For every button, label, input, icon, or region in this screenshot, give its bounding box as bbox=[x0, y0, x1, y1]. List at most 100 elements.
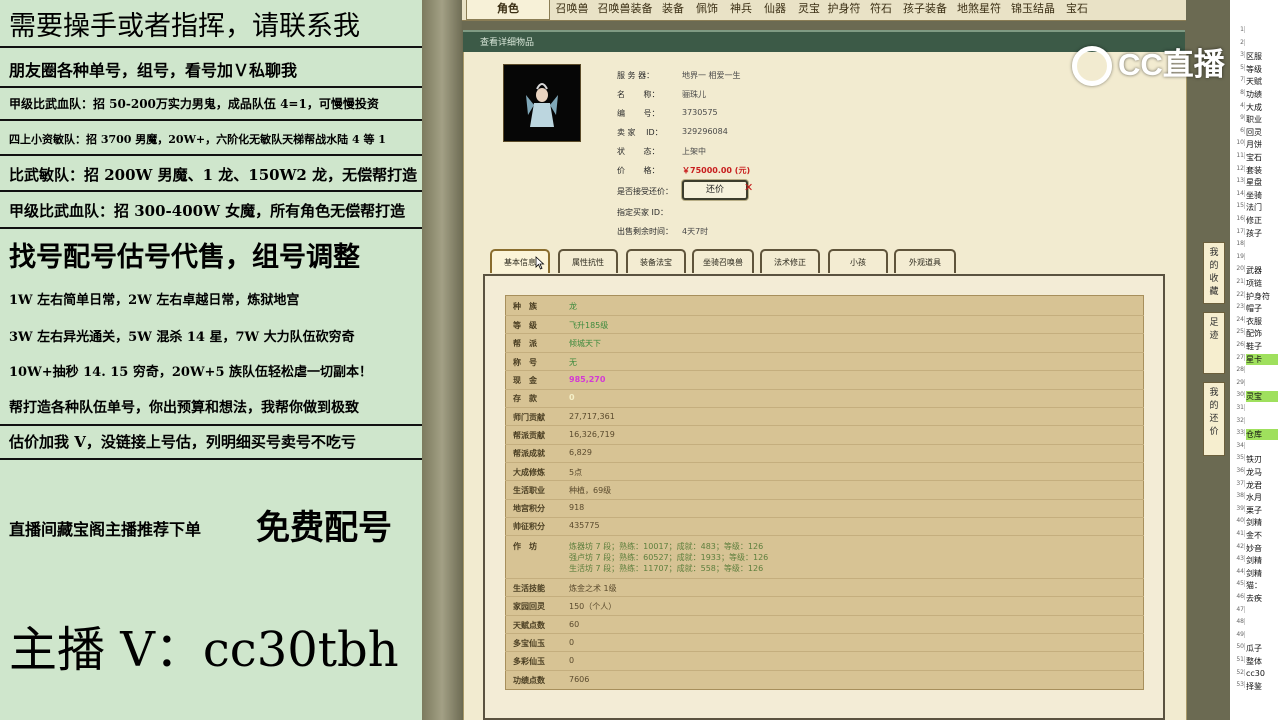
divider bbox=[0, 424, 422, 426]
name-value: 骊珠儿 bbox=[682, 90, 706, 99]
sheet-cell[interactable]: 龙马 bbox=[1246, 467, 1262, 478]
tab-summon-equip[interactable]: 召唤兽装备 bbox=[596, 0, 654, 19]
sheet-cell[interactable]: 星盘 bbox=[1246, 177, 1262, 188]
tab-star-rune[interactable]: 地煞星符 bbox=[954, 0, 1004, 19]
field-label: 编 号： bbox=[617, 109, 660, 118]
sheet-row-number: 22 bbox=[1230, 290, 1245, 298]
sheet-cell[interactable]: 剑精 bbox=[1246, 568, 1262, 579]
sheet-cell[interactable]: 天赋 bbox=[1246, 76, 1262, 87]
close-icon[interactable]: ✕ bbox=[744, 182, 753, 194]
sheet-row-number: 5 bbox=[1230, 63, 1245, 71]
overlay-line: 直播间藏宝阁主播推荐下单 bbox=[9, 520, 202, 539]
tab-rune-stone[interactable]: 符石 bbox=[866, 0, 896, 19]
sheet-cell[interactable]: 大成 bbox=[1246, 102, 1262, 113]
tab-jade-crystal[interactable]: 锦玉结晶 bbox=[1008, 0, 1058, 19]
sheet-row-number: 33 bbox=[1230, 429, 1245, 437]
overlay-line: 1W 左右简单日常，2W 左右卓越日常，炼狱地宫 bbox=[9, 293, 300, 308]
sheet-cell[interactable]: 剑精 bbox=[1246, 517, 1262, 528]
tab-gem[interactable]: 宝石 bbox=[1062, 0, 1092, 19]
sheet-cell[interactable]: 回灵 bbox=[1246, 127, 1262, 138]
sheet-cell[interactable]: 剑精 bbox=[1246, 555, 1262, 566]
sheet-cell[interactable]: 去疾 bbox=[1246, 593, 1262, 604]
sheet-row-number: 29 bbox=[1230, 378, 1245, 386]
sheet-cell[interactable]: 星卡 bbox=[1246, 353, 1278, 365]
sheet-row-number: 46 bbox=[1230, 593, 1245, 600]
footprint-button[interactable]: 足迹 bbox=[1203, 312, 1225, 374]
sheet-cell[interactable]: 铁刃 bbox=[1246, 454, 1262, 465]
field-label: 出售剩余时间： bbox=[617, 227, 673, 236]
sheet-row-number: 15 bbox=[1230, 202, 1245, 210]
sheet-row-number: 39 bbox=[1230, 504, 1245, 512]
sheet-cell[interactable]: 修正 bbox=[1246, 215, 1262, 226]
right-sidebar: 我的收藏 足迹 我的还价 bbox=[1203, 218, 1225, 458]
tab-role[interactable]: 角色 bbox=[466, 0, 550, 20]
sheet-cell[interactable]: 瓜子 bbox=[1246, 643, 1262, 654]
divider bbox=[0, 86, 422, 88]
sheet-cell[interactable]: 猫： bbox=[1246, 580, 1262, 591]
sheet-cell[interactable]: 法门 bbox=[1246, 202, 1262, 213]
sheet-cell[interactable]: 金不 bbox=[1246, 530, 1262, 541]
tab-mount-summon[interactable]: 坐骑召唤兽 bbox=[692, 249, 754, 273]
sheet-row-number: 52 bbox=[1230, 668, 1245, 676]
sheet-cell[interactable]: 仓库 bbox=[1246, 429, 1278, 441]
sheet-cell[interactable]: 职业 bbox=[1246, 114, 1262, 125]
divider bbox=[0, 227, 422, 229]
sheet-cell[interactable]: cc30 bbox=[1246, 669, 1265, 678]
sheet-cell[interactable]: 孩子 bbox=[1246, 228, 1262, 239]
sheet-cell[interactable]: 功绩 bbox=[1246, 89, 1262, 100]
sheet-row-number: 51 bbox=[1230, 656, 1245, 663]
my-favorites-button[interactable]: 我的收藏 bbox=[1203, 242, 1225, 304]
sheet-cell[interactable]: 择鉴 bbox=[1246, 681, 1262, 692]
sheet-cell[interactable]: 配饰 bbox=[1246, 328, 1262, 339]
sheet-cell[interactable]: 项链 bbox=[1246, 278, 1262, 289]
cc-logo-icon bbox=[1072, 46, 1112, 86]
counter-offer-button[interactable]: 还价 bbox=[682, 180, 748, 200]
sheet-cell[interactable]: 水月 bbox=[1246, 492, 1262, 503]
sheet-row-number: 2 bbox=[1230, 38, 1245, 46]
tab-appearance[interactable]: 外观道具 bbox=[894, 249, 956, 273]
sheet-cell[interactable]: 武器 bbox=[1246, 265, 1262, 276]
sheet-cell[interactable]: 龙君 bbox=[1246, 480, 1262, 491]
stream-overlay-text: 需要操手或者指挥，请联系我 朋友圈各种单号，组号，看号加Ｖ私聊我 甲级比武血队：… bbox=[0, 0, 422, 720]
tab-divine-weapon[interactable]: 神兵 bbox=[726, 0, 756, 19]
sheet-row-number: 18 bbox=[1230, 240, 1245, 248]
sheet-cell[interactable]: 帽子 bbox=[1246, 303, 1262, 314]
sheet-cell[interactable]: 宝石 bbox=[1246, 152, 1262, 163]
overlay-line: 10W+抽秒 14. 15 穷奇，20W+5 族队伍轻松虐一切副本！ bbox=[9, 365, 373, 380]
sheet-cell[interactable]: 整体 bbox=[1246, 656, 1262, 667]
divider bbox=[0, 154, 422, 156]
tab-spirit-treasure[interactable]: 灵宝 bbox=[794, 0, 824, 19]
sheet-row-number: 25 bbox=[1230, 328, 1245, 336]
sheet-cell[interactable]: 衣服 bbox=[1246, 316, 1262, 327]
tab-child[interactable]: 小孩 bbox=[828, 249, 888, 273]
tab-spell-fix[interactable]: 法术修正 bbox=[760, 249, 820, 273]
tab-equip[interactable]: 装备 bbox=[658, 0, 688, 19]
sheet-row-number: 1 bbox=[1230, 26, 1245, 33]
overlay-line: 四上小资敏队：招 3700 男魔，20W+，六阶化无敏队天梯帮战水陆 4 等 1 bbox=[9, 133, 386, 146]
overlay-line: 找号配号估号代售，组号调整 bbox=[9, 242, 360, 273]
my-counter-offers-button[interactable]: 我的还价 bbox=[1203, 382, 1225, 456]
sheet-cell[interactable]: 栗子 bbox=[1246, 505, 1262, 516]
tab-child-equip[interactable]: 孩子装备 bbox=[900, 0, 950, 19]
sheet-cell[interactable]: 套装 bbox=[1246, 165, 1262, 176]
divider bbox=[0, 119, 422, 121]
sheet-cell[interactable]: 护身符 bbox=[1246, 291, 1270, 302]
sheet-row-number: 19 bbox=[1230, 252, 1245, 260]
sheet-row-number: 41 bbox=[1230, 530, 1245, 537]
sheet-row-number: 8 bbox=[1230, 89, 1245, 96]
tab-immortal-artifact[interactable]: 仙器 bbox=[760, 0, 790, 19]
sheet-cell[interactable]: 月饼 bbox=[1246, 139, 1262, 150]
sheet-row-number: 6 bbox=[1230, 126, 1245, 134]
tab-amulet[interactable]: 护身符 bbox=[826, 0, 862, 19]
sheet-cell[interactable]: 灵宝 bbox=[1246, 391, 1278, 403]
overlay-line: 甲级比武血队：招 50-200万实力男鬼，成品队伍 4=1，可慢慢投资 bbox=[9, 97, 379, 111]
sheet-cell[interactable]: 妙音 bbox=[1246, 543, 1262, 554]
sheet-cell[interactable]: 坐骑 bbox=[1246, 190, 1262, 201]
sheet-cell[interactable]: 等级 bbox=[1246, 64, 1262, 75]
tab-attributes[interactable]: 属性抗性 bbox=[558, 249, 618, 273]
tab-equipment[interactable]: 装备法宝 bbox=[626, 249, 686, 273]
sheet-cell[interactable]: 区服 bbox=[1246, 51, 1262, 62]
tab-summon[interactable]: 召唤兽 bbox=[552, 0, 592, 19]
tab-accessory[interactable]: 佩饰 bbox=[692, 0, 722, 19]
sheet-cell[interactable]: 鞋子 bbox=[1246, 341, 1262, 352]
